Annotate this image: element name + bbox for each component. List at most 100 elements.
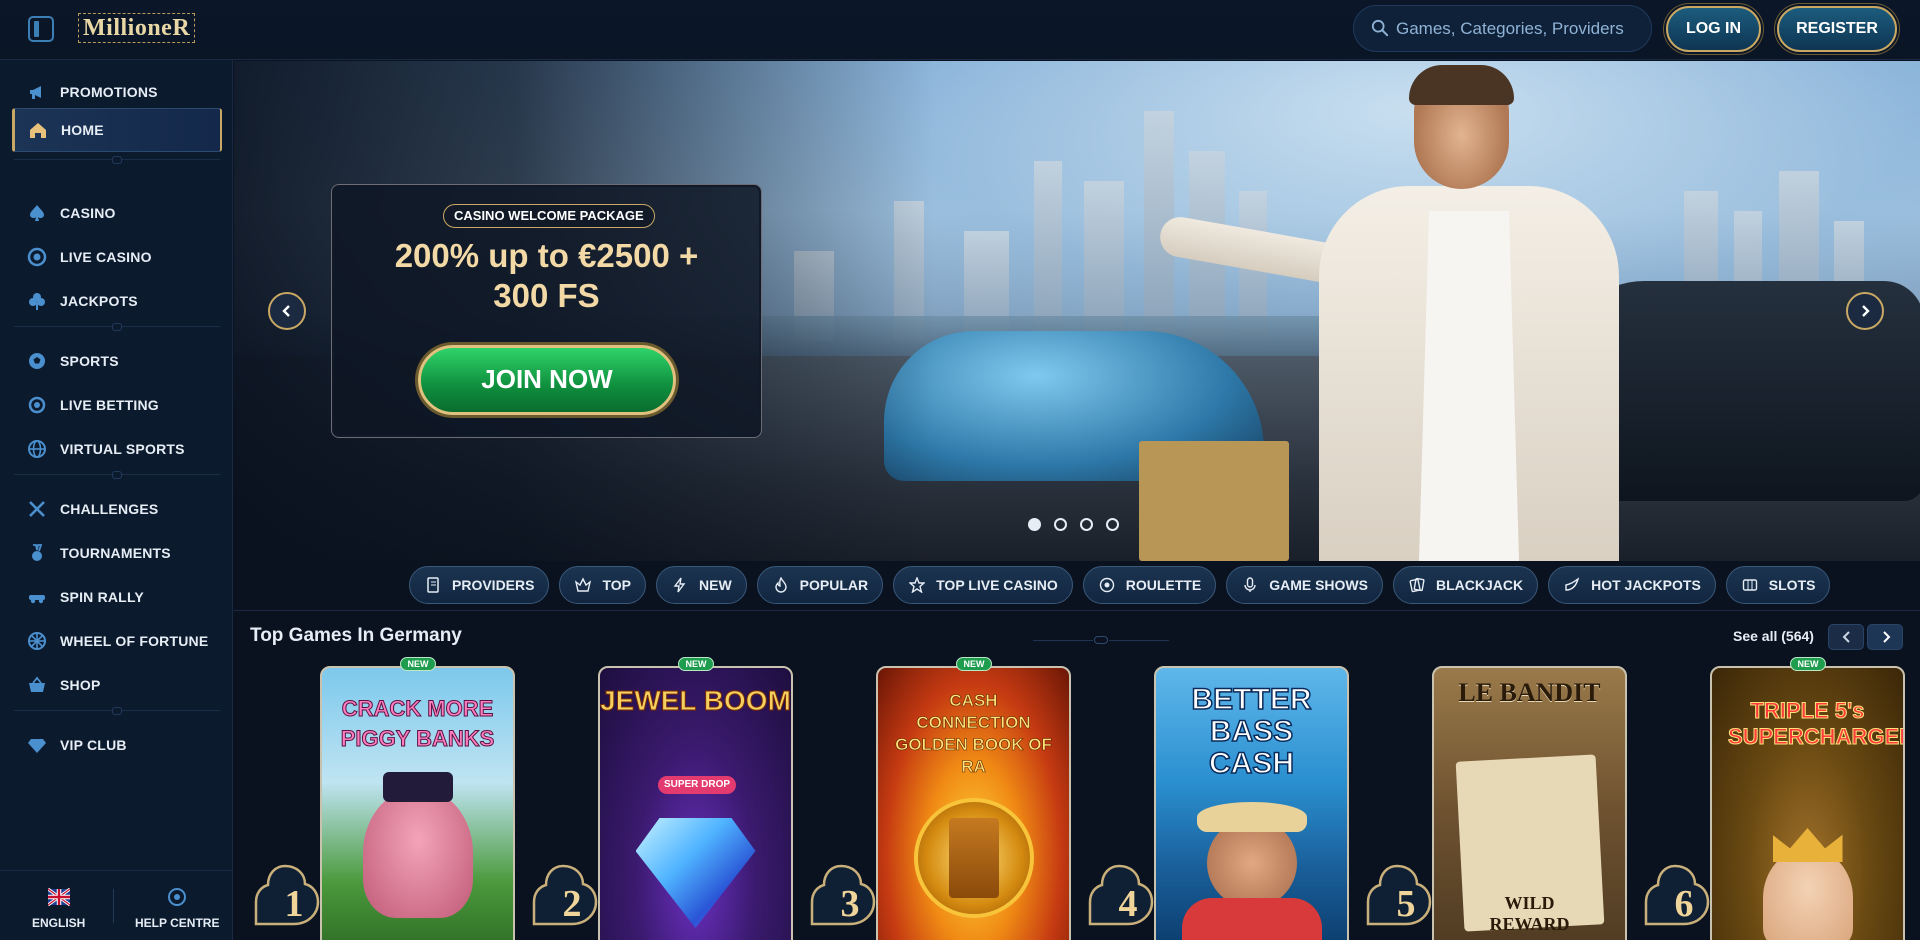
chevron-right-icon [1883,631,1891,643]
crossed-swords-icon [26,498,48,520]
game-subtitle: WILD REWARD [1489,893,1570,934]
sidebar-item-label: VIP CLUB [60,737,127,753]
game-title: JEWEL BOOM [600,685,791,716]
category-label: POPULAR [799,577,869,593]
golden-book [948,818,999,898]
top-header: MillioneR Games, Categories, Providers L… [0,0,1920,60]
new-badge: NEW [400,657,436,671]
hawaiian-shirt [1181,898,1322,940]
category-label: TOP LIVE CASINO [936,577,1058,593]
sidebar-item-casino[interactable]: CASINO [14,193,222,233]
rank-badge: 4 [1084,862,1154,940]
roulette-icon [1098,576,1116,594]
carousel-dot[interactable] [1106,518,1119,531]
pig-character [362,788,473,918]
help-label: HELP CENTRE [135,916,220,930]
category-new[interactable]: NEW [656,566,747,604]
top-hat [382,772,453,802]
sidebar-item-live-casino[interactable]: LIVE CASINO [14,237,222,277]
category-game-shows[interactable]: GAME SHOWS [1226,566,1383,604]
carousel-dot[interactable] [1054,518,1067,531]
game-card[interactable]: CASH CONNECTION GOLDEN BOOK OF RA [876,666,1071,940]
category-top-live-casino[interactable]: TOP LIVE CASINO [893,566,1073,604]
join-now-button[interactable]: JOIN NOW [418,345,676,415]
category-blackjack[interactable]: BLACKJACK [1392,566,1539,604]
category-top[interactable]: TOP [559,566,646,604]
gift-boxes [1139,441,1289,561]
sidebar-item-jackpots[interactable]: JACKPOTS [14,281,222,321]
games-next-button[interactable] [1867,624,1903,650]
see-all-link[interactable]: See all (564) [1733,628,1814,644]
rank-number: 4 [1118,883,1138,925]
sidebar-item-home[interactable]: HOME [12,108,222,152]
sidebar-toggle-icon[interactable] [28,16,54,42]
rank-badge: 6 [1640,862,1710,940]
search-input[interactable]: Games, Categories, Providers [1353,5,1652,52]
divider [14,707,220,715]
category-roulette[interactable]: ROULETTE [1082,566,1217,604]
sidebar-item-challenges[interactable]: CHALLENGES [14,489,222,529]
sidebar-item-label: LIVE CASINO [60,249,152,265]
sidebar-item-spin-rally[interactable]: SPIN RALLY [14,577,222,617]
promo-title: 200% up to €2500 + 300 FS [331,236,762,316]
diamond-art [635,818,756,928]
megaphone-icon [26,81,48,103]
category-bar: PROVIDERS TOP NEW POPULAR TOP LIVE CASIN… [409,566,1831,604]
bucket-hat [1196,802,1307,832]
login-button[interactable]: LOG IN [1666,6,1761,52]
games-prev-button[interactable] [1828,624,1864,650]
category-label: PROVIDERS [452,577,535,593]
help-centre-link[interactable]: HELP CENTRE [135,887,219,930]
category-popular[interactable]: POPULAR [756,566,884,604]
category-providers[interactable]: PROVIDERS [409,566,550,604]
sidebar-item-label: VIRTUAL SPORTS [60,441,185,457]
game-card[interactable]: JEWEL BOOM SUPER DROP [598,666,793,940]
sidebar-item-shop[interactable]: SHOP [14,665,222,705]
crown-icon [574,576,592,594]
banner-prev-button[interactable] [268,292,306,330]
horn-icon [1563,576,1581,594]
new-badge: NEW [678,657,714,671]
game-card[interactable]: TRIPLE 5's SUPERCHARGED [1710,666,1905,940]
rank-number: 2 [562,883,582,925]
rank-number: 1 [284,883,304,925]
language-selector[interactable]: ENGLISH [32,887,85,930]
game-card[interactable]: LE BANDIT WILD REWARD [1432,666,1627,940]
chip-icon [26,246,48,268]
sidebar-item-label: PROMOTIONS [60,84,158,100]
rank-badge: 1 [250,862,320,940]
sidebar-item-live-betting[interactable]: LIVE BETTING [14,385,222,425]
carousel-dot[interactable] [1080,518,1093,531]
sidebar-item-label: LIVE BETTING [60,397,159,413]
carousel-dot[interactable] [1028,518,1041,531]
banner-next-button[interactable] [1846,292,1884,330]
sidebar-item-tournaments[interactable]: TOURNAMENTS [14,533,222,573]
promo-tag: CASINO WELCOME PACKAGE [443,204,655,228]
register-button[interactable]: REGISTER [1777,6,1897,52]
rank-number: 5 [1396,883,1416,925]
rank-badge: 3 [806,862,876,940]
new-badge: NEW [1790,657,1826,671]
sidebar-item-sports[interactable]: SPORTS [14,341,222,381]
sidebar-item-label: CASINO [60,205,116,221]
game-title: TRIPLE 5's SUPERCHARGED [1728,698,1905,750]
game-title: CRACK MORE PIGGY BANKS [340,696,495,752]
sidebar-item-wheel-of-fortune[interactable]: WHEEL OF FORTUNE [14,621,222,661]
game-card[interactable]: BETTER BASS CASH [1154,666,1349,940]
sidebar-item-label: CHALLENGES [60,501,159,517]
section-ornament [1033,636,1169,644]
cards-icon [1408,576,1426,594]
search-icon [1371,19,1389,37]
sidebar-item-vip-club[interactable]: VIP CLUB [14,725,222,765]
category-hot-jackpots[interactable]: HOT JACKPOTS [1548,566,1716,604]
section-title: Top Games In Germany [250,625,462,646]
language-label: ENGLISH [32,916,86,930]
game-card[interactable]: CRACK MORE PIGGY BANKS [320,666,515,940]
site-logo[interactable]: MillioneR [78,13,196,43]
game-title: LE BANDIT [1458,678,1601,707]
soccer-ball-icon [26,350,48,372]
category-slots[interactable]: SLOTS [1725,566,1831,604]
rank-number: 6 [1674,883,1694,925]
sidebar-item-virtual-sports[interactable]: VIRTUAL SPORTS [14,429,222,469]
wheel-icon [26,630,48,652]
